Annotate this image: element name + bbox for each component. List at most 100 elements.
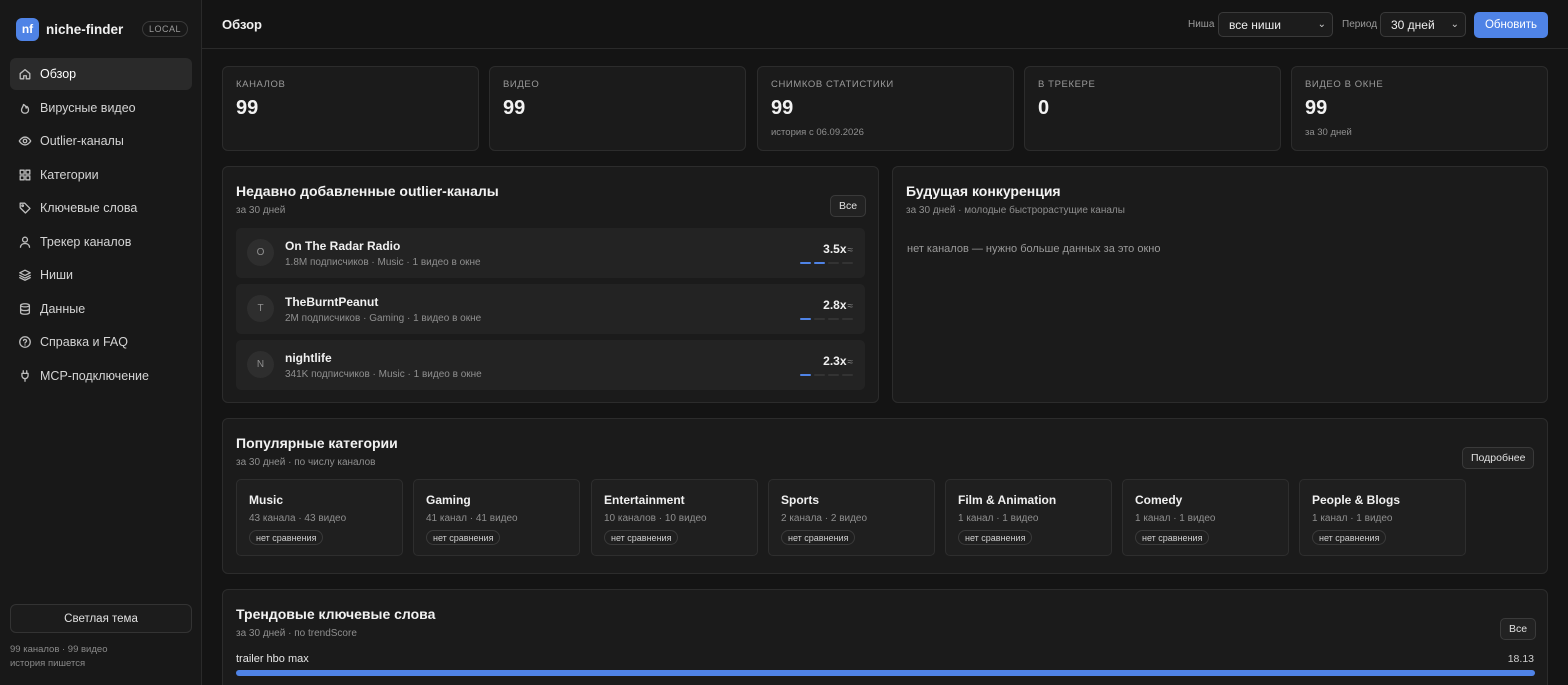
panel-subtitle: за 30 дней · молодые быстрорастущие кана… (906, 205, 1125, 216)
empty-state-text: нет каналов — нужно больше данных за это… (907, 243, 1161, 255)
approx-mark: ≈ (847, 301, 854, 312)
brand: nf niche-finder LOCAL (16, 17, 188, 41)
outlier-score: 3.5x≈ (823, 242, 853, 256)
app-logo[interactable]: nf (16, 17, 39, 41)
sidebar-item-mcp-connection[interactable]: MCP-подключение (10, 360, 192, 392)
stat-card-tracker: В ТРЕКЕРЕ 0 (1024, 66, 1281, 151)
outlier-row[interactable]: N nightlife 341K подписчиков · Music · 1… (236, 340, 865, 390)
sidebar-item-label: Ключевые слова (40, 201, 138, 215)
sidebar-nav: Обзор Вирусные видео Outlier-каналы Кате… (10, 58, 192, 393)
category-meta: 1 канал · 1 видео (1312, 513, 1393, 524)
outliers-all-button[interactable]: Все (830, 195, 867, 217)
score-bar-segment (800, 262, 811, 264)
sidebar-item-label: Данные (40, 301, 86, 316)
category-meta: 2 канала · 2 видео (781, 513, 868, 524)
home-icon (18, 67, 32, 81)
popular-categories-panel: Популярные категории за 30 дней · по чис… (222, 418, 1548, 574)
light-theme-button[interactable]: Светлая тема (10, 604, 192, 633)
category-meta: 41 канал · 41 видео (426, 513, 518, 524)
category-card[interactable]: People & Blogs 1 канал · 1 видео нет сра… (1299, 479, 1466, 556)
sidebar-item-categories[interactable]: Категории (10, 159, 192, 191)
stat-card-channels: КАНАЛОВ 99 (222, 66, 479, 151)
user-icon (18, 235, 32, 249)
category-card[interactable]: Gaming 41 канал · 41 видео нет сравнения (413, 479, 580, 556)
channel-meta: 341K подписчиков · Music · 1 видео в окн… (285, 369, 482, 380)
app-name: niche-finder (46, 21, 124, 37)
refresh-button[interactable]: Обновить (1474, 12, 1548, 38)
plug-icon (18, 369, 32, 383)
panel-subtitle: за 30 дней (236, 205, 286, 216)
outlier-row[interactable]: T TheBurntPeanut 2M подписчиков · Gaming… (236, 284, 865, 334)
stat-card-window-videos: ВИДЕО В ОКНЕ 99 за 30 дней (1291, 66, 1548, 151)
avatar: T (247, 295, 274, 322)
panel-title: Недавно добавленные outlier-каналы (236, 183, 499, 199)
panel-subtitle: за 30 дней · по числу каналов (236, 457, 376, 468)
period-select[interactable]: 30 дней ⌄ (1380, 12, 1466, 37)
help-circle-icon (18, 335, 32, 349)
category-name: Comedy (1135, 493, 1183, 507)
trending-keywords-panel: Трендовые ключевые слова за 30 дней · по… (222, 589, 1548, 685)
sidebar-item-keywords[interactable]: Ключевые слова (10, 192, 192, 224)
score-bar-segment (828, 318, 839, 320)
sidebar-item-label: Outlier-каналы (40, 134, 124, 148)
stat-value: 99 (771, 97, 794, 119)
period-select-value: 30 дней (1391, 17, 1435, 32)
outlier-row[interactable]: O On The Radar Radio 1.8M подписчиков · … (236, 228, 865, 278)
sidebar-item-overview[interactable]: Обзор (10, 58, 192, 90)
no-comparison-badge: нет сравнения (604, 530, 679, 545)
channel-meta: 2M подписчиков · Gaming · 1 видео в окне (285, 313, 482, 324)
sidebar-item-data[interactable]: Данные (10, 293, 192, 325)
no-comparison-badge: нет сравнения (781, 530, 856, 545)
category-card[interactable]: Film & Animation 1 канал · 1 видео нет с… (945, 479, 1112, 556)
no-comparison-badge: нет сравнения (249, 530, 324, 545)
category-name: Film & Animation (958, 493, 1057, 507)
category-card[interactable]: Music 43 канала · 43 видео нет сравнения (236, 479, 403, 556)
channel-name[interactable]: nightlife (285, 351, 332, 365)
sidebar-item-label: Справка и FAQ (40, 335, 128, 349)
eye-icon (18, 134, 32, 148)
sidebar-item-label: Ниши (40, 268, 74, 282)
flame-icon (18, 101, 32, 115)
panel-title: Трендовые ключевые слова (236, 606, 436, 622)
sidebar: nf niche-finder LOCAL Обзор Вирусные вид… (0, 0, 202, 685)
channel-name[interactable]: TheBurntPeanut (285, 295, 378, 309)
grid-icon (18, 168, 32, 182)
score-bar-segment (842, 374, 853, 376)
channel-name[interactable]: On The Radar Radio (285, 239, 400, 253)
outlier-score: 2.3x≈ (823, 354, 853, 368)
stat-card-videos: ВИДЕО 99 (489, 66, 746, 151)
outlier-score: 2.8x≈ (823, 298, 853, 312)
score-bar-segment (842, 262, 853, 264)
approx-mark: ≈ (847, 357, 854, 368)
category-card[interactable]: Comedy 1 канал · 1 видео нет сравнения (1122, 479, 1289, 556)
keywords-all-button[interactable]: Все (1500, 618, 1537, 640)
sidebar-footer-counts: 99 каналов · 99 видео (10, 644, 108, 655)
sidebar-item-niches[interactable]: Ниши (10, 259, 192, 291)
category-card[interactable]: Entertainment 10 каналов · 10 видео нет … (591, 479, 758, 556)
sidebar-item-label: MCP-подключение (40, 368, 149, 383)
keyword-label[interactable]: trailer hbo max (236, 653, 309, 665)
outlier-score-value: 2.3x (823, 354, 847, 368)
approx-mark: ≈ (847, 245, 854, 256)
sidebar-item-outlier-channels[interactable]: Outlier-каналы (10, 125, 192, 157)
recent-outliers-panel: Недавно добавленные outlier-каналы за 30… (222, 166, 879, 403)
niche-select[interactable]: все ниши ⌄ (1218, 12, 1333, 37)
sidebar-item-label: Категории (40, 167, 99, 182)
stat-label: ВИДЕО (503, 79, 540, 90)
score-bar-segment (814, 374, 825, 376)
no-comparison-badge: нет сравнения (1312, 530, 1387, 545)
sidebar-item-help-faq[interactable]: Справка и FAQ (10, 326, 192, 358)
score-bar-segment (814, 318, 825, 320)
sidebar-item-label: Вирусные видео (40, 100, 136, 115)
category-meta: 1 канал · 1 видео (1135, 513, 1216, 524)
stat-label: ВИДЕО В ОКНЕ (1305, 79, 1384, 90)
future-competition-panel: Будущая конкуренция за 30 дней · молодые… (892, 166, 1548, 403)
stat-label: КАНАЛОВ (236, 79, 286, 90)
categories-details-button[interactable]: Подробнее (1462, 447, 1535, 469)
sidebar-item-channel-tracker[interactable]: Трекер каналов (10, 226, 192, 258)
stat-value: 0 (1038, 97, 1050, 119)
category-card[interactable]: Sports 2 канала · 2 видео нет сравнения (768, 479, 935, 556)
top-header: Обзор Ниша все ниши ⌄ Период 30 дней ⌄ О… (202, 0, 1568, 49)
score-bar-segment (828, 262, 839, 264)
sidebar-item-viral-videos[interactable]: Вирусные видео (10, 92, 192, 124)
